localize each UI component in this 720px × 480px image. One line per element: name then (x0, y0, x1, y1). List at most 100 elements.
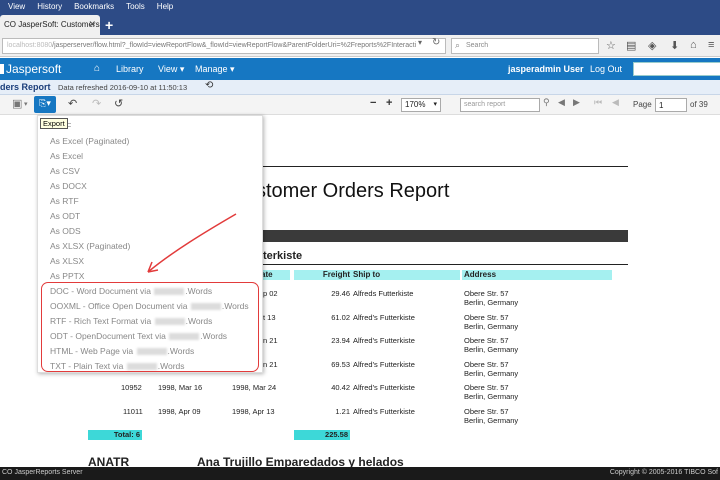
table-cell-address1: Obere Str. 57 (464, 383, 509, 392)
table-cell-ship-to: Alfred's Futterkiste (353, 313, 415, 322)
url-dropdown-icon[interactable]: ▾ (418, 38, 422, 47)
undo-icon[interactable]: ↶ (68, 97, 77, 110)
status-product-name: CO JasperReports Server (2, 469, 83, 476)
export-tooltip: Export (40, 118, 68, 129)
table-cell-ship-to: Alfred's Futterkiste (353, 336, 415, 345)
menu-help[interactable]: Help (157, 2, 173, 11)
export-option-xlsx-paginated[interactable]: As XLSX (Paginated) (50, 241, 130, 251)
search-prev-icon[interactable]: ◀ (558, 97, 565, 108)
zoom-out-button[interactable]: − (370, 97, 376, 109)
jaspersoft-logo[interactable]: Jaspersoft (0, 62, 61, 76)
table-cell-freight: 23.94 (331, 336, 350, 345)
bookmark-star-icon[interactable]: ☆ (606, 39, 616, 52)
table-cell-freight: 69.53 (331, 360, 350, 369)
refresh-icon[interactable]: ⟲ (205, 80, 213, 91)
table-cell-address2: Berlin, Germany (464, 416, 519, 425)
export-option-xlsx[interactable]: As XLSX (50, 256, 84, 266)
download-icon[interactable]: ⬇ (670, 39, 679, 52)
zoom-select[interactable]: 170% ▾ (401, 98, 441, 112)
home-icon[interactable]: ⌂ (94, 63, 100, 74)
report-search-input[interactable]: search report (460, 98, 540, 112)
export-option-excel-paginated[interactable]: As Excel (Paginated) (50, 136, 129, 146)
menu-bookmarks[interactable]: Bookmarks (74, 2, 114, 11)
prev-page-icon: ◀ (612, 97, 619, 107)
view-menu[interactable]: View ▾ (158, 64, 184, 75)
page-number-input[interactable]: 1 (655, 98, 687, 112)
browser-search-input[interactable]: ⌕ Search (451, 38, 599, 54)
export-option-csv[interactable]: As CSV (50, 166, 80, 176)
search-options-icon[interactable]: ⚲ (543, 97, 550, 108)
table-cell-ship-date: p 02 (263, 289, 278, 298)
table-cell-ship-to: Alfred's Futterkiste (353, 383, 415, 392)
url-bar[interactable]: localhost:8080/jasperserver/flow.html?_f… (2, 38, 446, 54)
manage-menu[interactable]: Manage ▾ (195, 64, 235, 75)
new-tab-button[interactable]: + (105, 17, 113, 33)
table-cell-address1: Obere Str. 57 (464, 407, 509, 416)
export-option-ods[interactable]: As ODS (50, 226, 81, 236)
search-next-icon[interactable]: ▶ (573, 97, 580, 108)
export-option-excel[interactable]: As Excel (50, 151, 83, 161)
table-cell-order-id: 11011 (123, 407, 143, 416)
export-option-docx[interactable]: As DOCX (50, 181, 87, 191)
total-label: Total: 6 (88, 430, 142, 440)
table-cell-order-date: 1998, Apr 09 (158, 407, 201, 416)
report-band (263, 230, 628, 242)
table-cell-address1: Obere Str. 57 (464, 313, 509, 322)
page-label: Page (633, 100, 652, 109)
table-cell-address2: Berlin, Germany (464, 345, 519, 354)
redo-icon: ↷ (92, 98, 102, 110)
report-title: ders Report (0, 82, 51, 92)
table-cell-address1: Obere Str. 57 (464, 289, 509, 298)
reload-icon[interactable]: ↻ (432, 37, 440, 48)
search-icon: ⌕ (455, 40, 461, 50)
report-heading: stomer Orders Report (256, 180, 450, 202)
table-cell-freight: 29.46 (331, 289, 350, 298)
undo-all-icon[interactable]: ↺ (114, 97, 123, 110)
zoom-in-button[interactable]: + (386, 97, 392, 109)
menu-history[interactable]: History (37, 2, 62, 11)
save-icon[interactable]: ▣ (12, 97, 22, 110)
library-link[interactable]: Library (116, 64, 144, 74)
chevron-down-icon: ▾ (433, 101, 437, 108)
url-host: localhost:8080 (7, 42, 53, 49)
view-menu-label: View (158, 64, 178, 74)
user-name[interactable]: jasperadmin User (508, 64, 584, 74)
export-button[interactable]: ⎘▾ (34, 96, 56, 113)
table-cell-address1: Obere Str. 57 (464, 336, 509, 345)
logo-mark-icon (0, 64, 4, 74)
table-cell-ship-date: t 13 (263, 313, 276, 322)
report-search-placeholder: search report (464, 101, 506, 108)
menu-icon[interactable]: ≡ (708, 39, 714, 51)
reading-list-icon[interactable]: ▤ (626, 39, 636, 52)
menu-tools[interactable]: Tools (126, 2, 145, 11)
export-icon: ⎘▾ (39, 98, 51, 108)
menu-view[interactable]: View (8, 2, 25, 11)
table-cell-freight: 1.21 (335, 407, 350, 416)
browser-tab[interactable]: CO JasperSoft: Customers... ✕ (0, 15, 100, 35)
tab-strip: CO JasperSoft: Customers... ✕ + (0, 13, 720, 35)
pocket-icon[interactable]: ◈ (648, 39, 656, 52)
status-copyright: Copyright © 2005-2016 TIBCO Sof (609, 469, 718, 476)
logout-link[interactable]: Log Out (590, 64, 622, 74)
table-cell-address2: Berlin, Germany (464, 369, 519, 378)
table-cell-address2: Berlin, Germany (464, 298, 519, 307)
chevron-down-icon[interactable]: ▾ (24, 100, 28, 108)
table-cell-order-date: 1998, Mar 16 (158, 383, 203, 392)
zoom-value: 170% (405, 100, 426, 109)
close-tab-icon[interactable]: ✕ (88, 19, 96, 30)
table-cell-freight: 40.42 (331, 383, 350, 392)
table-cell-address2: Berlin, Germany (464, 392, 519, 401)
column-header-ship-to: Ship to (352, 270, 460, 280)
manage-menu-label: Manage (195, 64, 228, 74)
logo-text: Jaspersoft (6, 62, 62, 76)
chevron-down-icon: ▾ (230, 64, 235, 74)
export-option-pptx[interactable]: As PPTX (50, 271, 84, 281)
table-cell-address2: Berlin, Germany (464, 322, 519, 331)
home-browser-icon[interactable]: ⌂ (690, 39, 697, 51)
export-option-rtf[interactable]: As RTF (50, 196, 79, 206)
export-option-odt[interactable]: As ODT (50, 211, 80, 221)
table-cell-address1: Obere Str. 57 (464, 360, 509, 369)
report-toolbar: ▣ ▾ ⎘▾ ↶ ↷ ↺ − + 170% ▾ search report ⚲ ◀… (0, 95, 720, 115)
page-number-value: 1 (659, 101, 664, 110)
header-search-input[interactable] (633, 62, 720, 76)
